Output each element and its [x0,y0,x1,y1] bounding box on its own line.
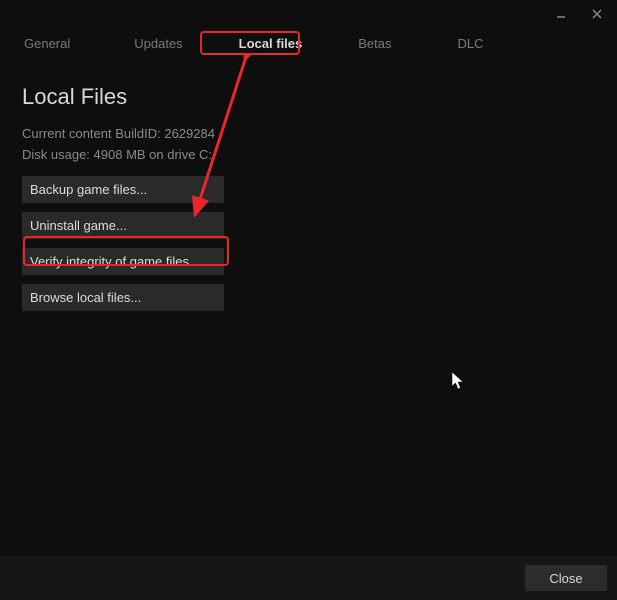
mouse-cursor-icon [452,372,466,390]
uninstall-game-button[interactable]: Uninstall game... [22,212,224,239]
page-title: Local Files [22,84,595,110]
backup-game-files-button[interactable]: Backup game files... [22,176,224,203]
button-list: Backup game files... Uninstall game... V… [22,176,595,311]
close-button[interactable]: Close [525,565,607,591]
minimize-button[interactable] [549,4,573,24]
build-id-text: Current content BuildID: 2629284 [22,126,595,141]
close-window-button[interactable] [585,4,609,24]
tab-local-files[interactable]: Local files [231,30,311,57]
titlebar [0,0,617,28]
tab-general[interactable]: General [16,30,78,57]
tab-updates[interactable]: Updates [126,30,190,57]
tab-betas[interactable]: Betas [350,30,399,57]
footer: Close [0,556,617,600]
verify-integrity-button[interactable]: Verify integrity of game files... [22,248,224,275]
tab-bar: General Updates Local files Betas DLC [0,28,617,58]
content-area: Local Files Current content BuildID: 262… [0,58,617,336]
disk-usage-text: Disk usage: 4908 MB on drive C: [22,147,595,162]
browse-local-files-button[interactable]: Browse local files... [22,284,224,311]
tab-dlc[interactable]: DLC [450,30,492,57]
